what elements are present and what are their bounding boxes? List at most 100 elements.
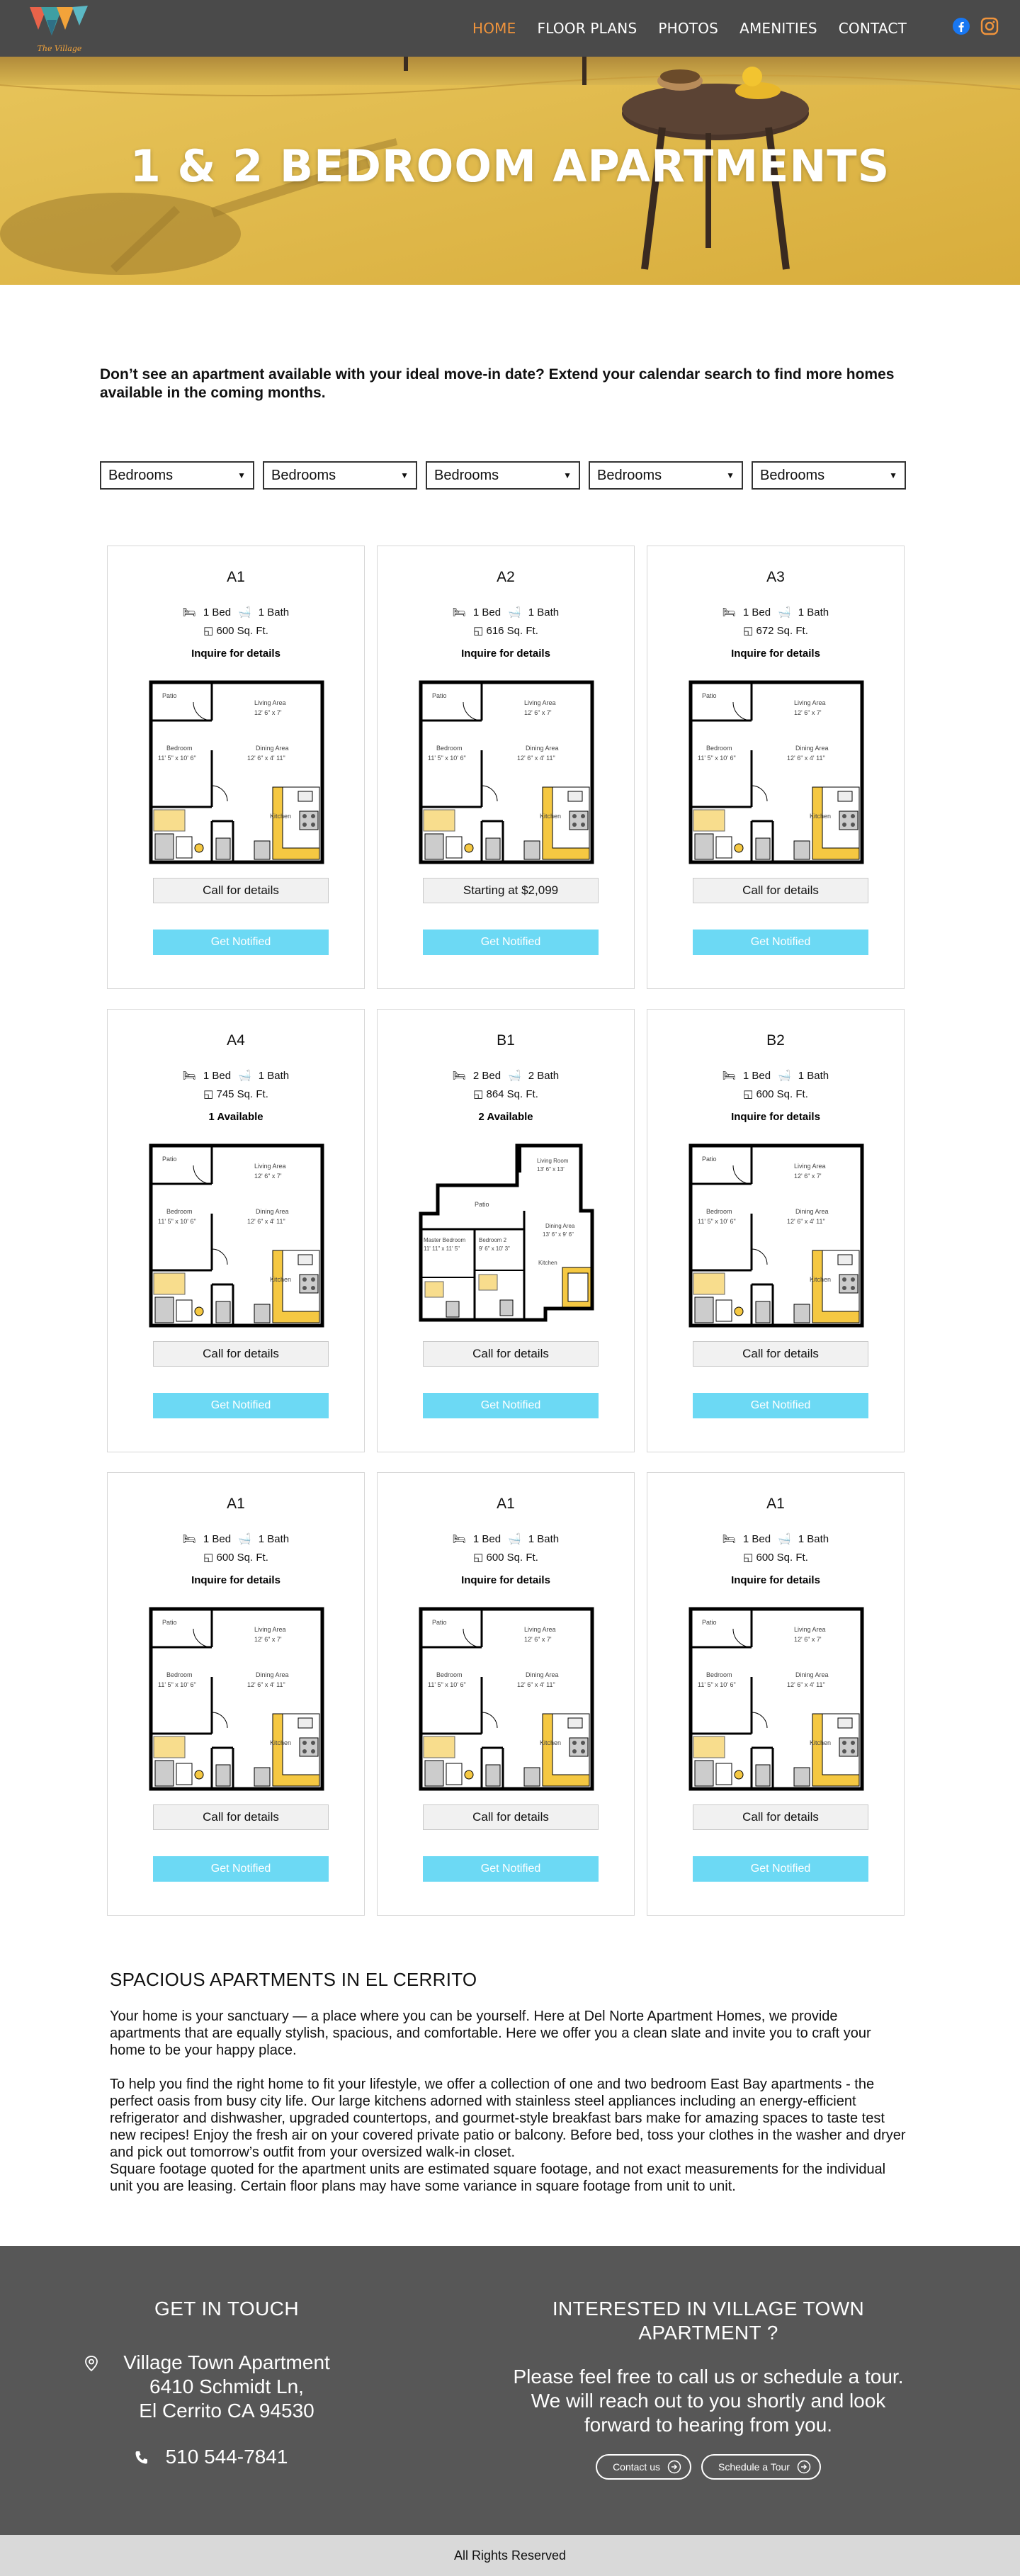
sqft-value: 672 Sq. Ft.	[756, 625, 808, 637]
plan-label: 12' 6" x 7'	[254, 1173, 282, 1180]
price-badge: Call for details	[693, 1804, 868, 1830]
get-notified-button[interactable]: Get Notified	[693, 1393, 868, 1418]
plan-label: Bedroom	[706, 1671, 732, 1678]
schedule-tour-label: Schedule a Tour	[718, 2461, 790, 2473]
area-icon: ◱	[203, 1088, 214, 1100]
availability-text: 2 Available	[478, 1111, 533, 1123]
nav-amenities[interactable]: AMENITIES	[740, 20, 817, 37]
instagram-icon[interactable]	[980, 17, 999, 35]
floor-plan-card[interactable]: B1 🛏 2 Bed 🛁 2 Bath ◱ 864 Sq. Ft. 2 Availab…	[377, 1009, 635, 1452]
plan-specs: 🛏 1 Bed 🛁 1 Bath	[647, 1532, 904, 1545]
plan-label: Patio	[702, 1619, 717, 1626]
bedrooms-select-4[interactable]: Bedrooms ▼	[589, 461, 743, 490]
bedrooms-select-3[interactable]: Bedrooms ▼	[426, 461, 580, 490]
plan-label: Bedroom	[166, 1208, 193, 1215]
plan-label: Kitchen	[538, 1260, 557, 1266]
get-notified-button[interactable]: Get Notified	[423, 1856, 599, 1882]
floor-plan-image: Patio Living Area 12' 6" x 7' Bedroom 11…	[149, 1607, 324, 1791]
get-notified-button[interactable]: Get Notified	[153, 1393, 329, 1418]
plan-specs: 🛏 2 Bed 🛁 2 Bath	[378, 1069, 634, 1082]
floor-plan-card[interactable]: A1 🛏 1 Bed 🛁 1 Bath ◱ 600 Sq. Ft. Inquire f…	[377, 1472, 635, 1916]
footer: GET IN TOUCH Village Town Apartment 6410…	[0, 2246, 1020, 2535]
plan-label: Bedroom	[166, 745, 193, 752]
bed-icon: 🛏	[722, 1533, 736, 1545]
plan-label: Patio	[702, 692, 717, 699]
bath-icon: 🛁	[238, 606, 251, 618]
floor-plan-slot[interactable]: Patio Living Room 13' 6" x 13' Master Be…	[418, 1143, 595, 1328]
floor-plan-card[interactable]: A1 🛏 1 Bed 🛁 1 Bath ◱ 600 Sq. Ft. Inquire f…	[107, 546, 365, 989]
plan-sqft: ◱ 600 Sq. Ft.	[647, 1551, 904, 1564]
plan-sqft: ◱ 600 Sq. Ft.	[378, 1551, 634, 1564]
floor-plan-slot[interactable]: Patio Living Area 12' 6" x 7' Bedroom 11…	[688, 1606, 865, 1792]
get-notified-button[interactable]: Get Notified	[693, 930, 868, 955]
bed-icon: 🛏	[722, 1070, 736, 1082]
bed-count: 1 Bed	[203, 1070, 232, 1082]
floor-plan-card[interactable]: A1 🛏 1 Bed 🛁 1 Bath ◱ 600 Sq. Ft. Inquire f…	[647, 1472, 905, 1916]
bath-count: 1 Bath	[258, 606, 290, 618]
get-notified-button[interactable]: Get Notified	[693, 1856, 868, 1882]
nav-contact[interactable]: CONTACT	[839, 20, 907, 37]
filter-label: Bedrooms	[271, 467, 336, 483]
sqft-value: 600 Sq. Ft.	[486, 1552, 538, 1564]
nav-photos[interactable]: PHOTOS	[658, 20, 718, 37]
plan-label: Dining Area	[256, 1208, 289, 1215]
social-links	[952, 17, 999, 35]
plan-sqft: ◱ 616 Sq. Ft.	[378, 624, 634, 637]
floor-plan-slot[interactable]: Patio Living Area 12' 6" x 7' Bedroom 11…	[418, 679, 595, 865]
bath-icon: 🛁	[778, 606, 791, 618]
nav-floor-plans[interactable]: FLOOR PLANS	[537, 20, 637, 37]
plan-label: 12' 6" x 7'	[524, 1636, 552, 1643]
plan-label: Bedroom	[436, 1671, 463, 1678]
floor-plan-slot[interactable]: Patio Living Area 12' 6" x 7' Bedroom 11…	[148, 679, 325, 865]
contact-us-button[interactable]: Contact us	[596, 2454, 691, 2480]
get-notified-button[interactable]: Get Notified	[423, 1393, 599, 1418]
floor-plan-card[interactable]: A1 🛏 1 Bed 🛁 1 Bath ◱ 600 Sq. Ft. Inquire f…	[107, 1472, 365, 1916]
arrow-circle-icon	[667, 2460, 681, 2474]
sqft-value: 616 Sq. Ft.	[486, 625, 538, 637]
plan-name: A1	[766, 1496, 785, 1512]
floor-plan-image: Patio Living Room 13' 6" x 13' Master Be…	[419, 1143, 594, 1322]
plan-label: 12' 6" x 7'	[794, 1173, 822, 1180]
bedrooms-select-1[interactable]: Bedrooms ▼	[100, 461, 254, 490]
plan-label: Dining Area	[256, 1671, 289, 1678]
floor-plan-slot[interactable]: Patio Living Area 12' 6" x 7' Bedroom 11…	[148, 1606, 325, 1792]
get-notified-button[interactable]: Get Notified	[153, 930, 329, 955]
floor-plan-image: Patio Living Area 12' 6" x 7' Bedroom 11…	[688, 1607, 864, 1791]
nav-home[interactable]: HOME	[472, 20, 516, 37]
plan-label: Dining Area	[795, 1671, 829, 1678]
plan-name: A4	[227, 1032, 245, 1049]
get-notified-button[interactable]: Get Notified	[153, 1856, 329, 1882]
bedrooms-select-5[interactable]: Bedrooms ▼	[752, 461, 906, 490]
plan-name: B1	[497, 1032, 515, 1049]
floor-plan-card[interactable]: A3 🛏 1 Bed 🛁 1 Bath ◱ 672 Sq. Ft. Inquire f…	[647, 546, 905, 989]
plan-label: 11' 11" x 11' 5"	[424, 1245, 460, 1252]
phone-number[interactable]: 510 544-7841	[166, 2446, 288, 2468]
plan-sqft: ◱ 600 Sq. Ft.	[108, 624, 364, 637]
phone-block[interactable]: 510 544-7841	[57, 2446, 397, 2468]
facebook-icon[interactable]	[952, 17, 970, 35]
floor-plan-slot[interactable]: Patio Living Area 12' 6" x 7' Bedroom 11…	[148, 1143, 325, 1328]
bed-count: 1 Bed	[203, 606, 232, 618]
availability-notice: Don’t see an apartment available with yo…	[100, 366, 895, 401]
plan-label: 11' 5" x 10' 6"	[158, 1681, 196, 1688]
bedrooms-select-2[interactable]: Bedrooms ▼	[263, 461, 417, 490]
floor-plan-slot[interactable]: Patio Living Area 12' 6" x 7' Bedroom 11…	[688, 679, 865, 865]
bath-count: 1 Bath	[528, 606, 560, 618]
bed-icon: 🛏	[452, 606, 466, 618]
schedule-tour-button[interactable]: Schedule a Tour	[701, 2454, 821, 2480]
floor-plan-slot[interactable]: Patio Living Area 12' 6" x 7' Bedroom 11…	[688, 1143, 865, 1328]
village-logo[interactable]: The Village	[26, 1, 94, 55]
floor-plan-card[interactable]: A4 🛏 1 Bed 🛁 1 Bath ◱ 745 Sq. Ft. 1 Availab…	[107, 1009, 365, 1452]
floor-plan-image: Patio Living Area 12' 6" x 7' Bedroom 11…	[149, 1143, 324, 1328]
plan-label: Patio	[432, 1619, 447, 1626]
get-notified-button[interactable]: Get Notified	[423, 930, 599, 955]
availability-text: 1 Available	[208, 1111, 264, 1123]
bath-icon: 🛁	[508, 1533, 521, 1545]
floor-plan-slot[interactable]: Patio Living Area 12' 6" x 7' Bedroom 11…	[418, 1606, 595, 1792]
floor-plan-card[interactable]: A2 🛏 1 Bed 🛁 1 Bath ◱ 616 Sq. Ft. Inquire f…	[377, 546, 635, 989]
plan-name: A1	[227, 569, 245, 585]
sqft-value: 600 Sq. Ft.	[216, 1552, 268, 1564]
plan-label: Bedroom	[706, 1208, 732, 1215]
floor-plan-card[interactable]: B2 🛏 1 Bed 🛁 1 Bath ◱ 600 Sq. Ft. Inquire f…	[647, 1009, 905, 1452]
page-title: 1 & 2 BEDROOM APARTMENTS	[130, 140, 890, 192]
